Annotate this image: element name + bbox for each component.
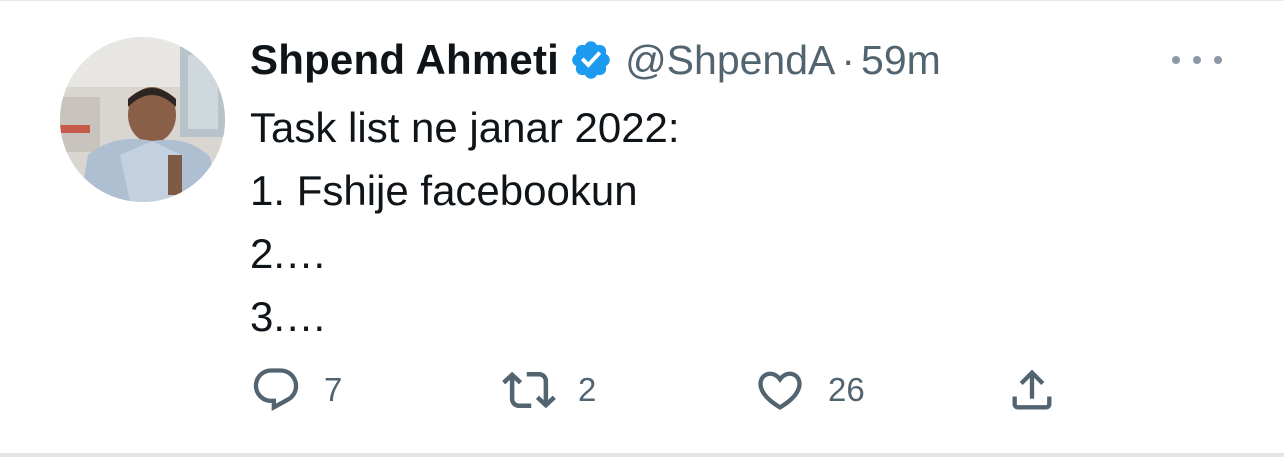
- bottom-divider: [0, 453, 1284, 457]
- verified-badge-icon: [569, 38, 613, 82]
- reply-button[interactable]: 7: [250, 360, 342, 420]
- tweet-text-line: 1. Fshije facebookun: [250, 167, 638, 214]
- more-horizontal-icon[interactable]: [1172, 50, 1222, 70]
- author-name[interactable]: Shpend Ahmeti: [250, 36, 559, 84]
- tweet-text-line: 2.…: [250, 230, 328, 277]
- tweet-text-line: 3.…: [250, 293, 328, 340]
- like-button[interactable]: 26: [754, 360, 865, 420]
- reply-icon: [250, 364, 302, 416]
- timestamp[interactable]: 59m: [861, 37, 941, 84]
- tweet-text-line: Task list ne janar 2022:: [250, 104, 680, 151]
- retweet-button[interactable]: 2: [502, 360, 596, 420]
- retweet-count: 2: [578, 371, 597, 408]
- tweet-header: Shpend Ahmeti @ShpendA · 59m: [250, 32, 941, 88]
- heart-icon: [754, 364, 806, 416]
- tweet-text: Task list ne janar 2022: 1. Fshije faceb…: [250, 96, 1150, 348]
- share-button[interactable]: [1006, 360, 1058, 420]
- like-count: 26: [828, 371, 865, 408]
- action-bar: 7 2 26: [250, 360, 1070, 420]
- share-icon: [1006, 364, 1058, 416]
- reply-count: 7: [324, 371, 343, 408]
- separator-dot: ·: [841, 36, 856, 83]
- top-divider: [0, 0, 1284, 1]
- retweet-icon: [502, 363, 556, 417]
- author-handle[interactable]: @ShpendA: [625, 37, 835, 84]
- avatar[interactable]: [60, 37, 225, 202]
- avatar-image: [60, 37, 225, 202]
